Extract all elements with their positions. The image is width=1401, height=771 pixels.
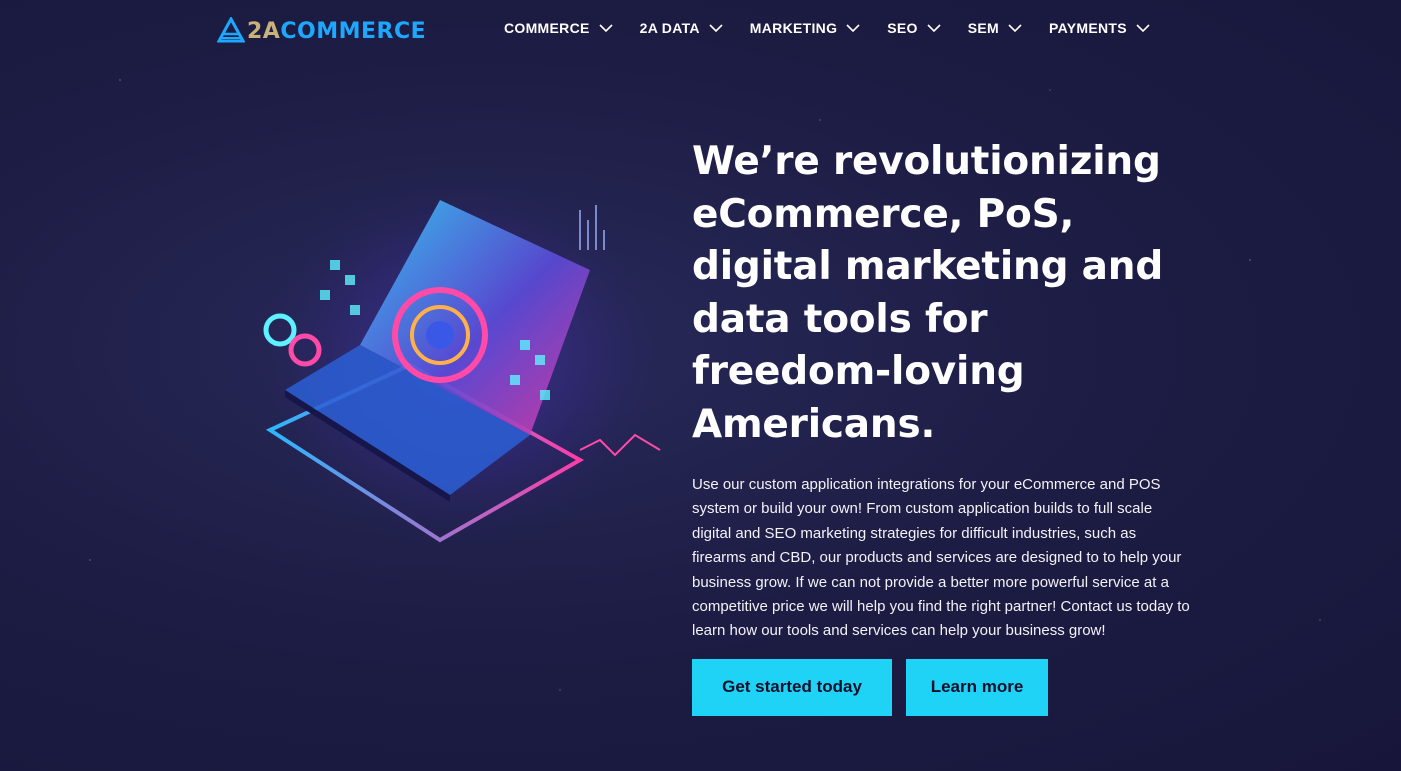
nav-item-label: SEO <box>887 20 918 36</box>
site-logo[interactable]: 2ACOMMERCE <box>217 16 426 46</box>
nav-item-label: PAYMENTS <box>1049 20 1127 36</box>
logo-text-2a: 2A <box>247 18 281 44</box>
nav-item-marketing[interactable]: MARKETING <box>750 20 860 36</box>
main-menu: COMMERCE 2A DATA MARKETING SEO SEM PAYME… <box>504 20 1150 36</box>
hero-buttons: Get started today Learn more <box>692 658 1192 716</box>
logo-text-commerce: COMMERCE <box>280 18 427 44</box>
nav-item-label: MARKETING <box>749 20 838 36</box>
nav-item-label: 2A DATA <box>639 20 700 36</box>
nav-item-payments[interactable]: PAYMENTS <box>1049 20 1150 36</box>
nav-item-label: COMMERCE <box>504 20 590 36</box>
top-navigation: 2ACOMMERCE COMMERCE 2A DATA MARKETING SE… <box>0 0 1401 62</box>
hero-headline: We’re revolutionizing eCommerce, PoS, di… <box>692 139 1164 447</box>
learn-more-button[interactable]: Learn more <box>906 658 1048 716</box>
chevron-down-icon <box>1136 24 1150 33</box>
hero-description: Use our custom application integrations … <box>692 476 1190 640</box>
nav-item-seo[interactable]: SEO <box>887 20 941 36</box>
nav-item-commerce[interactable]: COMMERCE <box>504 20 613 36</box>
chevron-down-icon <box>1008 24 1022 33</box>
chevron-down-icon <box>709 24 723 33</box>
logo-icon <box>217 17 245 43</box>
hero-section: We’re revolutionizing eCommerce, PoS, di… <box>692 136 1192 716</box>
nav-item-label: SEM <box>967 20 999 36</box>
nav-item-2a-data[interactable]: 2A DATA <box>640 20 723 36</box>
chevron-down-icon <box>599 24 613 33</box>
logo-wordmark: 2ACOMMERCE <box>247 19 426 44</box>
chevron-down-icon <box>846 24 860 33</box>
get-started-button[interactable]: Get started today <box>692 658 892 716</box>
chevron-down-icon <box>927 24 941 33</box>
laptop-illustration <box>240 160 680 560</box>
nav-item-sem[interactable]: SEM <box>968 20 1022 36</box>
